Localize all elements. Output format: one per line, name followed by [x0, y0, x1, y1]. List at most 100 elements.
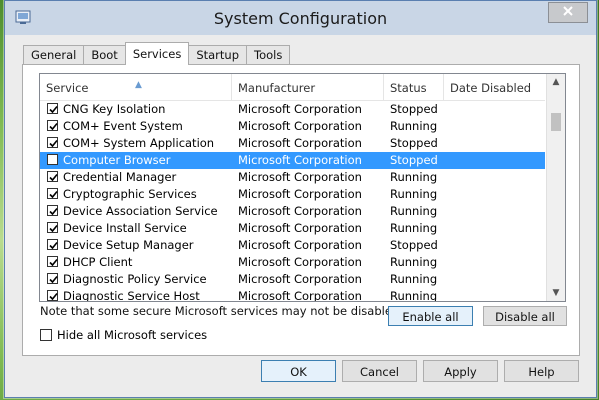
- status-cell: Running: [390, 255, 438, 269]
- status-cell: Running: [390, 119, 438, 133]
- service-name-cell: Device Association Service: [63, 204, 218, 218]
- help-button[interactable]: Help: [504, 360, 579, 382]
- scroll-down-icon[interactable]: ▼: [547, 285, 565, 301]
- column-header-status[interactable]: Status: [384, 74, 444, 100]
- checkmark-icon: [49, 105, 58, 114]
- vertical-scrollbar[interactable]: ▲ ▼: [546, 74, 565, 301]
- service-enabled-checkbox[interactable]: [47, 222, 58, 233]
- column-header-service[interactable]: Service ▲: [40, 74, 232, 100]
- service-name-cell: Computer Browser: [63, 153, 171, 167]
- cancel-button[interactable]: Cancel: [342, 360, 417, 382]
- service-name-cell: Device Install Service: [63, 221, 187, 235]
- service-enabled-checkbox[interactable]: [47, 154, 58, 165]
- service-name-cell: Diagnostic Policy Service: [63, 272, 207, 286]
- scroll-up-icon[interactable]: ▲: [547, 74, 565, 90]
- tab-strip: General Boot Services Startup Tools: [23, 42, 291, 65]
- service-enabled-checkbox[interactable]: [47, 120, 58, 131]
- disable-all-button[interactable]: Disable all: [483, 306, 567, 326]
- manufacturer-cell: Microsoft Corporation: [238, 272, 362, 286]
- table-row[interactable]: Device Association Service Microsoft Corp…: [40, 203, 545, 220]
- manufacturer-cell: Microsoft Corporation: [238, 221, 362, 235]
- service-enabled-checkbox[interactable]: [47, 171, 58, 182]
- tab-services[interactable]: Services: [124, 42, 190, 65]
- title-bar[interactable]: System Configuration: [5, 1, 596, 35]
- table-row[interactable]: COM+ System Application Microsoft Corpora…: [40, 135, 545, 152]
- manufacturer-cell: Microsoft Corporation: [238, 153, 362, 167]
- manufacturer-cell: Microsoft Corporation: [238, 255, 362, 269]
- checkmark-icon: [49, 139, 58, 148]
- status-cell: Stopped: [390, 136, 438, 150]
- checkmark-icon: [49, 190, 58, 199]
- service-name-cell: Diagnostic Service Host: [63, 289, 200, 302]
- service-enabled-checkbox[interactable]: [47, 273, 58, 284]
- close-button[interactable]: [548, 2, 588, 23]
- checkmark-icon: [49, 258, 58, 267]
- column-header-service-label: Service: [46, 81, 89, 95]
- ok-button[interactable]: OK: [261, 360, 336, 382]
- service-name-cell: COM+ System Application: [63, 136, 215, 150]
- service-enabled-checkbox[interactable]: [47, 290, 58, 301]
- manufacturer-cell: Microsoft Corporation: [238, 102, 362, 116]
- column-header-date-disabled[interactable]: Date Disabled: [444, 74, 545, 100]
- window-title: System Configuration: [213, 9, 388, 28]
- sort-ascending-icon: ▲: [135, 80, 142, 90]
- column-header-manufacturer[interactable]: Manufacturer: [232, 74, 384, 100]
- table-row[interactable]: Device Setup Manager Microsoft Corporatio…: [40, 237, 545, 254]
- status-cell: Stopped: [390, 153, 438, 167]
- services-rows: CNG Key Isolation Microsoft Corporation St…: [40, 101, 545, 302]
- table-row[interactable]: Credential Manager Microsoft Corporation R…: [40, 169, 545, 186]
- table-row[interactable]: Diagnostic Service Host Microsoft Corpora…: [40, 288, 545, 302]
- hide-microsoft-services-checkbox[interactable]: [40, 329, 52, 341]
- manufacturer-cell: Microsoft Corporation: [238, 289, 362, 302]
- enable-all-button[interactable]: Enable all: [388, 306, 473, 326]
- checkmark-icon: [49, 275, 58, 284]
- system-configuration-window: System Configuration General Boot Servic…: [4, 0, 597, 398]
- services-panel: Service ▲ Manufacturer Status Date Disab…: [22, 64, 580, 356]
- service-enabled-checkbox[interactable]: [47, 137, 58, 148]
- tab-boot[interactable]: Boot: [83, 45, 126, 65]
- service-enabled-checkbox[interactable]: [47, 239, 58, 250]
- checkmark-icon: [49, 224, 58, 233]
- checkmark-icon: [49, 122, 58, 131]
- list-header: Service ▲ Manufacturer Status Date Disab…: [40, 74, 545, 101]
- table-row[interactable]: DHCP Client Microsoft Corporation Running: [40, 254, 545, 271]
- table-row[interactable]: Diagnostic Policy Service Microsoft Corpo…: [40, 271, 545, 288]
- service-enabled-checkbox[interactable]: [47, 103, 58, 114]
- manufacturer-cell: Microsoft Corporation: [238, 204, 362, 218]
- manufacturer-cell: Microsoft Corporation: [238, 119, 362, 133]
- status-cell: Running: [390, 204, 438, 218]
- scrollbar-thumb[interactable]: [551, 113, 561, 131]
- checkmark-icon: [49, 241, 58, 250]
- service-name-cell: DHCP Client: [63, 255, 133, 269]
- table-row[interactable]: CNG Key Isolation Microsoft Corporation St…: [40, 101, 545, 118]
- manufacturer-cell: Microsoft Corporation: [238, 170, 362, 184]
- checkmark-icon: [49, 292, 58, 301]
- tab-tools[interactable]: Tools: [246, 45, 291, 65]
- table-row[interactable]: Computer Browser Microsoft Corporation Sto…: [40, 152, 545, 169]
- service-enabled-checkbox[interactable]: [47, 205, 58, 216]
- hide-microsoft-services-label[interactable]: Hide all Microsoft services: [57, 328, 207, 342]
- manufacturer-cell: Microsoft Corporation: [238, 238, 362, 252]
- checkmark-icon: [49, 173, 58, 182]
- tab-startup[interactable]: Startup: [188, 45, 247, 65]
- tab-general[interactable]: General: [23, 45, 85, 65]
- status-cell: Stopped: [390, 102, 438, 116]
- table-row[interactable]: Device Install Service Microsoft Corporat…: [40, 220, 545, 237]
- close-icon: [563, 6, 573, 19]
- table-row[interactable]: COM+ Event System Microsoft Corporation Ru…: [40, 118, 545, 135]
- status-cell: Running: [390, 170, 438, 184]
- service-name-cell: Credential Manager: [63, 170, 177, 184]
- checkmark-icon: [49, 207, 58, 216]
- service-enabled-checkbox[interactable]: [47, 256, 58, 267]
- service-name-cell: CNG Key Isolation: [63, 102, 166, 116]
- status-cell: Running: [390, 272, 438, 286]
- service-enabled-checkbox[interactable]: [47, 188, 58, 199]
- apply-button[interactable]: Apply: [423, 360, 498, 382]
- table-row[interactable]: Cryptographic Services Microsoft Corporat…: [40, 186, 545, 203]
- services-list[interactable]: Service ▲ Manufacturer Status Date Disab…: [39, 73, 566, 302]
- service-name-cell: COM+ Event System: [63, 119, 183, 133]
- service-name-cell: Cryptographic Services: [63, 187, 197, 201]
- status-cell: Running: [390, 187, 438, 201]
- secure-services-note: Note that some secure Microsoft services…: [40, 304, 403, 318]
- status-cell: Stopped: [390, 238, 438, 252]
